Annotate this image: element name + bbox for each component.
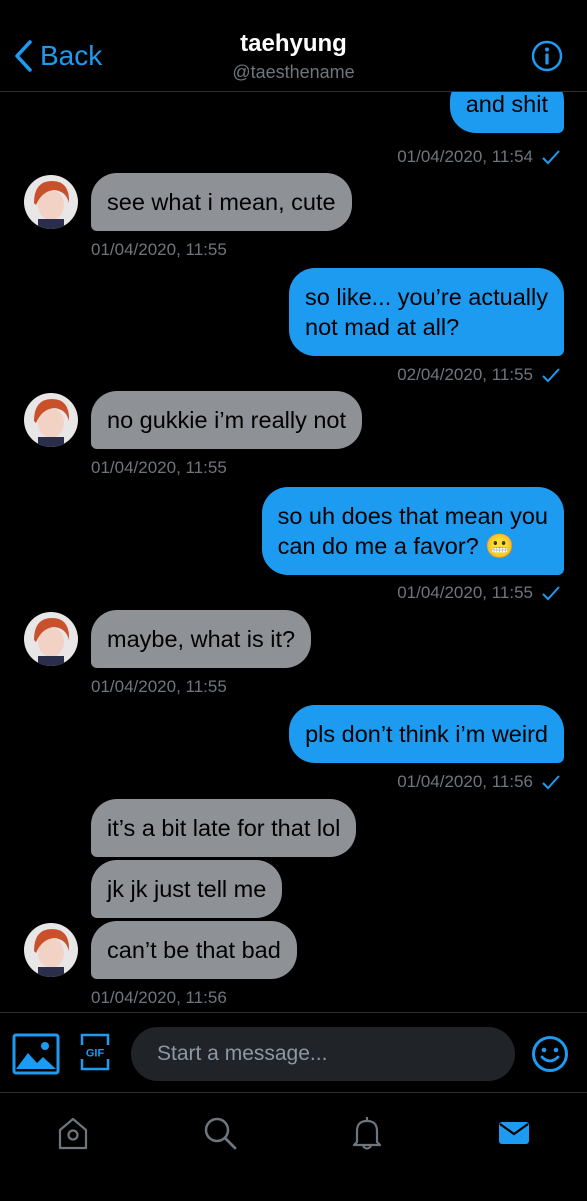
check-icon (542, 775, 560, 790)
message-text: it’s a bit late for that lol (107, 815, 341, 841)
conversation-header: Back taehyung @taesthename (0, 0, 587, 92)
message-text-line: not mad at all? (305, 314, 460, 340)
message-timestamp: 01/04/2020, 11:55 (91, 240, 227, 259)
emoji-icon[interactable] (531, 1035, 569, 1073)
message-timestamp: 01/04/2020, 11:55 (91, 677, 227, 696)
received-message-bubble[interactable]: can’t be that bad (91, 921, 297, 979)
message-text: maybe, what is it? (107, 626, 296, 652)
message-text-line: can do me a favor? 😬 (277, 533, 515, 559)
image-icon[interactable] (12, 1033, 60, 1075)
received-message-bubble[interactable]: maybe, what is it? (91, 610, 312, 668)
check-icon (542, 150, 560, 165)
message-text-line: so uh does that mean you (277, 503, 548, 529)
message-text: no gukkie i’m really not (107, 407, 347, 433)
avatar[interactable] (24, 612, 78, 666)
conversation-handle: @taesthename (232, 62, 355, 82)
message-timestamp: 01/04/2020, 11:56 (397, 772, 561, 792)
message-timestamp: 01/04/2020, 11:55 (91, 458, 227, 477)
message-timestamp: 01/04/2020, 11:56 (91, 988, 227, 1007)
received-message-bubble[interactable]: it’s a bit late for that lol (91, 799, 357, 857)
message-timestamp: 02/04/2020, 11:55 (397, 365, 561, 385)
check-icon (542, 586, 560, 601)
home-icon[interactable] (55, 1115, 91, 1151)
avatar-image (24, 923, 78, 977)
conversation-title[interactable]: taehyung (0, 30, 587, 58)
mail-icon[interactable] (496, 1115, 532, 1151)
avatar-image (24, 612, 78, 666)
message-text: can’t be that bad (107, 937, 281, 963)
message-timestamp: 01/04/2020, 11:54 (397, 147, 561, 167)
message-text-line: so like... you’re actually (305, 284, 548, 310)
message-text: pls don’t think i’m weird (305, 721, 548, 747)
received-message-bubble[interactable]: no gukkie i’m really not (91, 391, 363, 449)
message-text: and shit (465, 91, 548, 117)
message-timestamp: 01/04/2020, 11:55 (397, 583, 561, 603)
gif-label: GIF (86, 1048, 105, 1060)
message-text: see what i mean, cute (107, 189, 336, 215)
avatar-image (24, 393, 78, 447)
avatar[interactable] (24, 393, 78, 447)
message-thread[interactable]: and shit 01/04/2020, 11:54 see what i me… (0, 91, 587, 1012)
sent-message-bubble[interactable]: and shit (449, 91, 564, 133)
info-icon[interactable] (531, 40, 563, 72)
avatar[interactable] (24, 923, 78, 977)
sent-message-bubble[interactable]: so like... you’re actually not mad at al… (289, 268, 564, 356)
bell-icon[interactable] (349, 1115, 385, 1151)
message-input[interactable]: Start a message... (131, 1027, 515, 1081)
gif-icon[interactable]: GIF (80, 1033, 110, 1071)
avatar[interactable] (24, 175, 78, 229)
check-icon (542, 368, 560, 383)
message-composer: GIF Start a message... (0, 1012, 587, 1093)
search-icon[interactable] (202, 1115, 238, 1151)
avatar-image (24, 175, 78, 229)
received-message-bubble[interactable]: see what i mean, cute (91, 173, 352, 231)
received-message-bubble[interactable]: jk jk just tell me (91, 860, 283, 918)
message-text: jk jk just tell me (107, 876, 267, 902)
bottom-tab-bar (0, 1092, 587, 1201)
sent-message-bubble[interactable]: so uh does that mean you can do me a fav… (261, 487, 564, 575)
sent-message-bubble[interactable]: pls don’t think i’m weird (289, 705, 564, 763)
